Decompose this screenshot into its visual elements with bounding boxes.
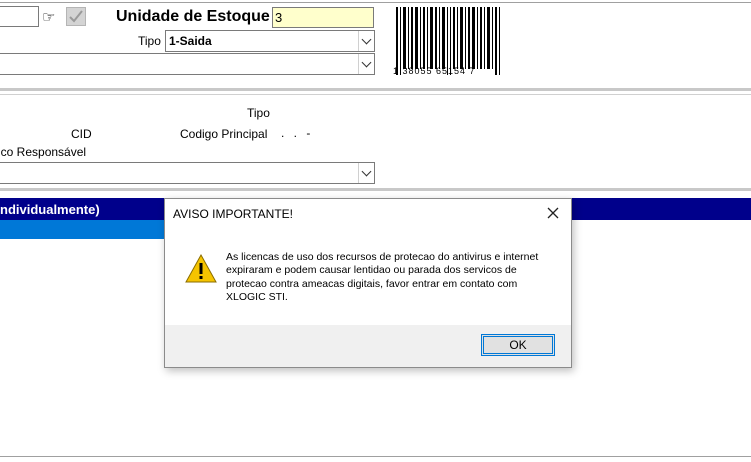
responsavel-select[interactable] xyxy=(0,162,375,184)
dialog-footer: OK xyxy=(165,325,571,367)
check-icon xyxy=(69,10,83,23)
pointing-hand-icon[interactable]: ☞ xyxy=(42,8,55,26)
close-icon xyxy=(547,207,559,219)
code-input[interactable] xyxy=(0,6,39,27)
warning-dialog: AVISO IMPORTANTE! As licencas de uso dos… xyxy=(164,198,572,368)
stock-unit-label: Unidade de Estoque xyxy=(116,8,270,25)
secondary-select[interactable] xyxy=(0,53,375,75)
tipo-select[interactable]: 1-Saida xyxy=(165,30,375,52)
warning-icon xyxy=(185,254,217,283)
chevron-down-icon xyxy=(358,54,374,74)
codigo-principal-value[interactable]: . . - xyxy=(281,126,313,140)
top-border xyxy=(0,2,751,3)
chevron-down-icon xyxy=(358,163,374,183)
section-divider xyxy=(0,188,751,191)
chevron-down-icon xyxy=(358,31,374,51)
cid-label: CID xyxy=(71,127,92,141)
responsavel-label: ico Responsável xyxy=(0,145,87,159)
ok-button[interactable]: OK xyxy=(481,334,555,356)
dialog-message: As licencas de uso dos recursos de prote… xyxy=(226,251,539,303)
tipo-label: Tipo xyxy=(138,34,161,48)
section-divider xyxy=(0,88,751,91)
dialog-title: AVISO IMPORTANTE! xyxy=(173,207,294,221)
stock-unit-input[interactable]: 3 xyxy=(272,7,374,28)
section-tipo-label: Tipo xyxy=(247,106,270,120)
close-button[interactable] xyxy=(541,203,565,223)
confirm-check-button[interactable] xyxy=(66,7,86,26)
barcode-number: 1 38055 65154 7 xyxy=(393,66,476,76)
bottom-border xyxy=(0,456,751,457)
grid-selected-row[interactable] xyxy=(0,220,164,239)
grid-header-title: ndividualmente) xyxy=(0,202,100,217)
codigo-principal-label: Codigo Principal xyxy=(180,127,268,141)
section-divider xyxy=(0,94,751,95)
tipo-select-value: 1-Saida xyxy=(169,34,212,48)
